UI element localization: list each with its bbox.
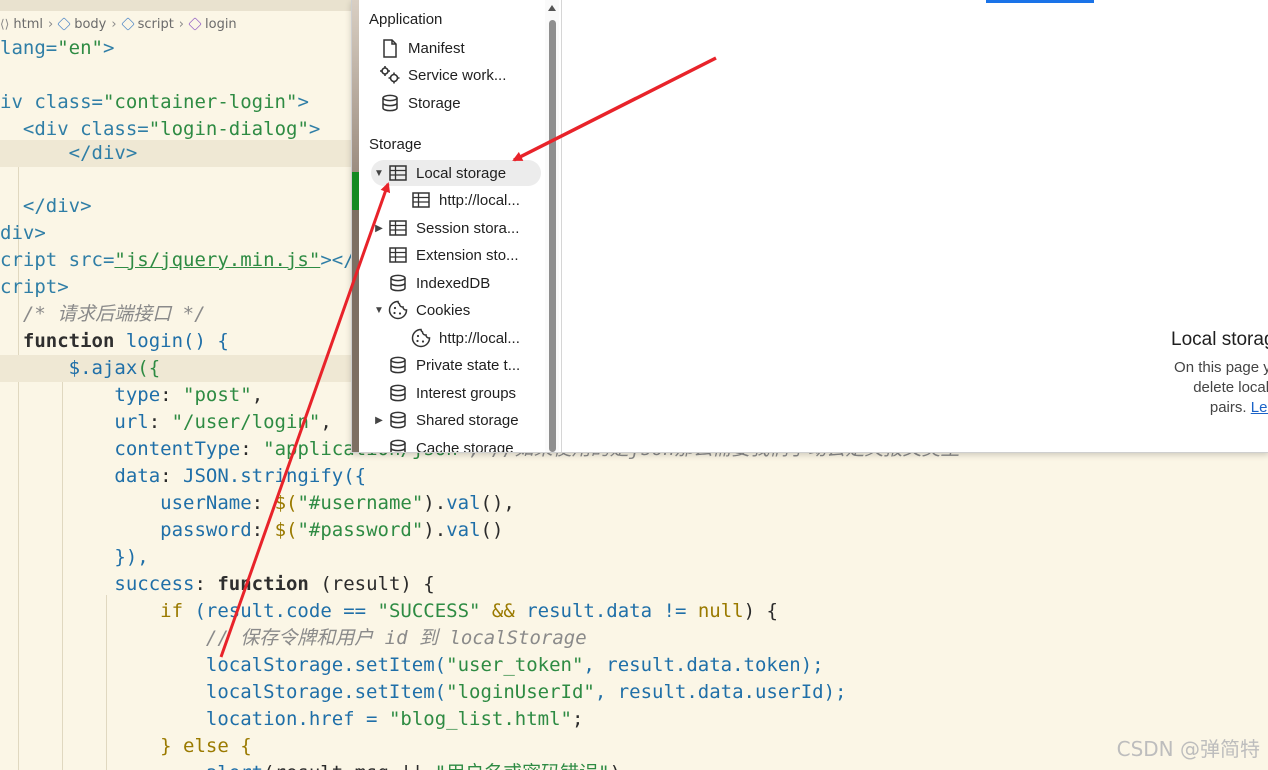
expand-arrow-right-icon[interactable]: ▶ [371,223,387,234]
database-icon [387,354,409,376]
sidebar-item-session-storage[interactable]: ▶ Session stora... [371,215,519,241]
sidebar-item-cache-storage[interactable]: Cache storage [387,435,514,452]
sidebar-item-cookies[interactable]: ▼ Cookies [371,297,470,323]
learn-more-link[interactable]: Learn mo [1251,399,1268,416]
code-line[interactable]: location.href = "blog_list.html"; [0,706,1268,733]
tag-icon: ⟨⟩ [0,17,10,31]
code-line[interactable]: if (result.code == "SUCCESS" && result.d… [0,598,1268,625]
empty-state-title: Local storag [1171,329,1268,350]
breadcrumb-login[interactable]: login [188,17,237,32]
sidebar-item-private-state-tokens[interactable]: Private state t... [387,352,520,378]
devtools-application-panel: Application Manifest Service work... Sto… [351,0,1268,453]
sidebar-item-interest-groups[interactable]: Interest groups [387,380,516,406]
sidebar-scrollbar[interactable] [545,0,559,452]
chevron-right-icon: › [111,16,117,32]
chevron-right-icon: › [178,16,184,32]
sidebar-item-local-storage-origin[interactable]: http://local... [410,187,520,213]
scrollbar-thumb[interactable] [549,20,556,452]
gears-icon [379,64,401,86]
code-line[interactable]: }), [0,544,1268,571]
table-icon [387,244,409,266]
code-line[interactable]: success: function (result) { [0,571,1268,598]
sidebar-item-cookies-origin[interactable]: http://local... [410,325,520,351]
watermark: CSDN @弹简特 [1116,737,1260,761]
expand-arrow-right-icon[interactable]: ▶ [371,415,387,426]
database-icon [387,272,409,294]
strip-green-marker [352,172,359,210]
empty-state-line: delete local storage l [1193,379,1268,396]
file-icon [379,37,401,59]
code-line[interactable]: alert(result.msg || "用户名或密码错误") [0,760,1268,770]
breadcrumb: ⟨⟩ html › body › script › login [0,10,237,38]
code-line[interactable]: localStorage.setItem("user_token", resul… [0,652,1268,679]
element-icon [57,17,71,31]
breadcrumb-html[interactable]: ⟨⟩ html [0,17,43,32]
section-header-application: Application [369,11,443,28]
code-line[interactable]: localStorage.setItem("loginUserId", resu… [0,679,1268,706]
scroll-up-arrow-icon[interactable] [548,5,556,11]
code-line[interactable]: userName: $("#username").val(), [0,490,1268,517]
panel-edge-strip [352,0,359,452]
sidebar-item-storage-overview[interactable]: Storage [379,90,461,116]
database-icon [379,92,401,114]
cookie-icon [410,327,432,349]
chevron-right-icon: › [48,16,54,32]
cookie-icon [387,299,409,321]
code-line[interactable]: password: $("#password").val() [0,517,1268,544]
sidebar-item-shared-storage[interactable]: ▶ Shared storage [371,407,518,433]
section-header-storage: Storage [369,136,422,153]
empty-state-description: On this page you can view delete local s… [1062,358,1268,418]
empty-state-line: pairs. Learn mo [1062,398,1268,418]
table-icon [410,189,432,211]
storage-detail-pane: Local storag On this page you can view d… [562,0,1268,452]
sidebar-item-service-workers[interactable]: Service work... [379,62,506,88]
table-icon [387,217,409,239]
database-icon [387,409,409,431]
strip-segment [352,210,359,452]
database-icon [387,382,409,404]
expand-arrow-down-icon[interactable]: ▼ [371,168,387,179]
code-line[interactable]: // 保存令牌和用户 id 到 localStorage [0,625,1268,652]
application-sidebar: Application Manifest Service work... Sto… [359,0,551,452]
sidebar-item-extension-storage[interactable]: Extension sto... [387,242,519,268]
sidebar-item-indexeddb[interactable]: IndexedDB [387,270,490,296]
function-icon [188,17,202,31]
expand-arrow-down-icon[interactable]: ▼ [371,305,387,316]
sidebar-item-manifest[interactable]: Manifest [379,35,465,61]
breadcrumb-script[interactable]: script [120,17,174,32]
code-line[interactable]: } else { [0,733,1268,760]
code-line[interactable]: data: JSON.stringify({ [0,463,1268,490]
table-icon [387,162,409,184]
empty-state-line: On this page you can view [1174,359,1268,376]
database-icon [387,437,409,452]
sidebar-item-local-storage[interactable]: ▼ Local storage [371,160,541,186]
element-icon [120,17,135,31]
strip-segment [352,0,359,172]
breadcrumb-body[interactable]: body [57,17,106,32]
